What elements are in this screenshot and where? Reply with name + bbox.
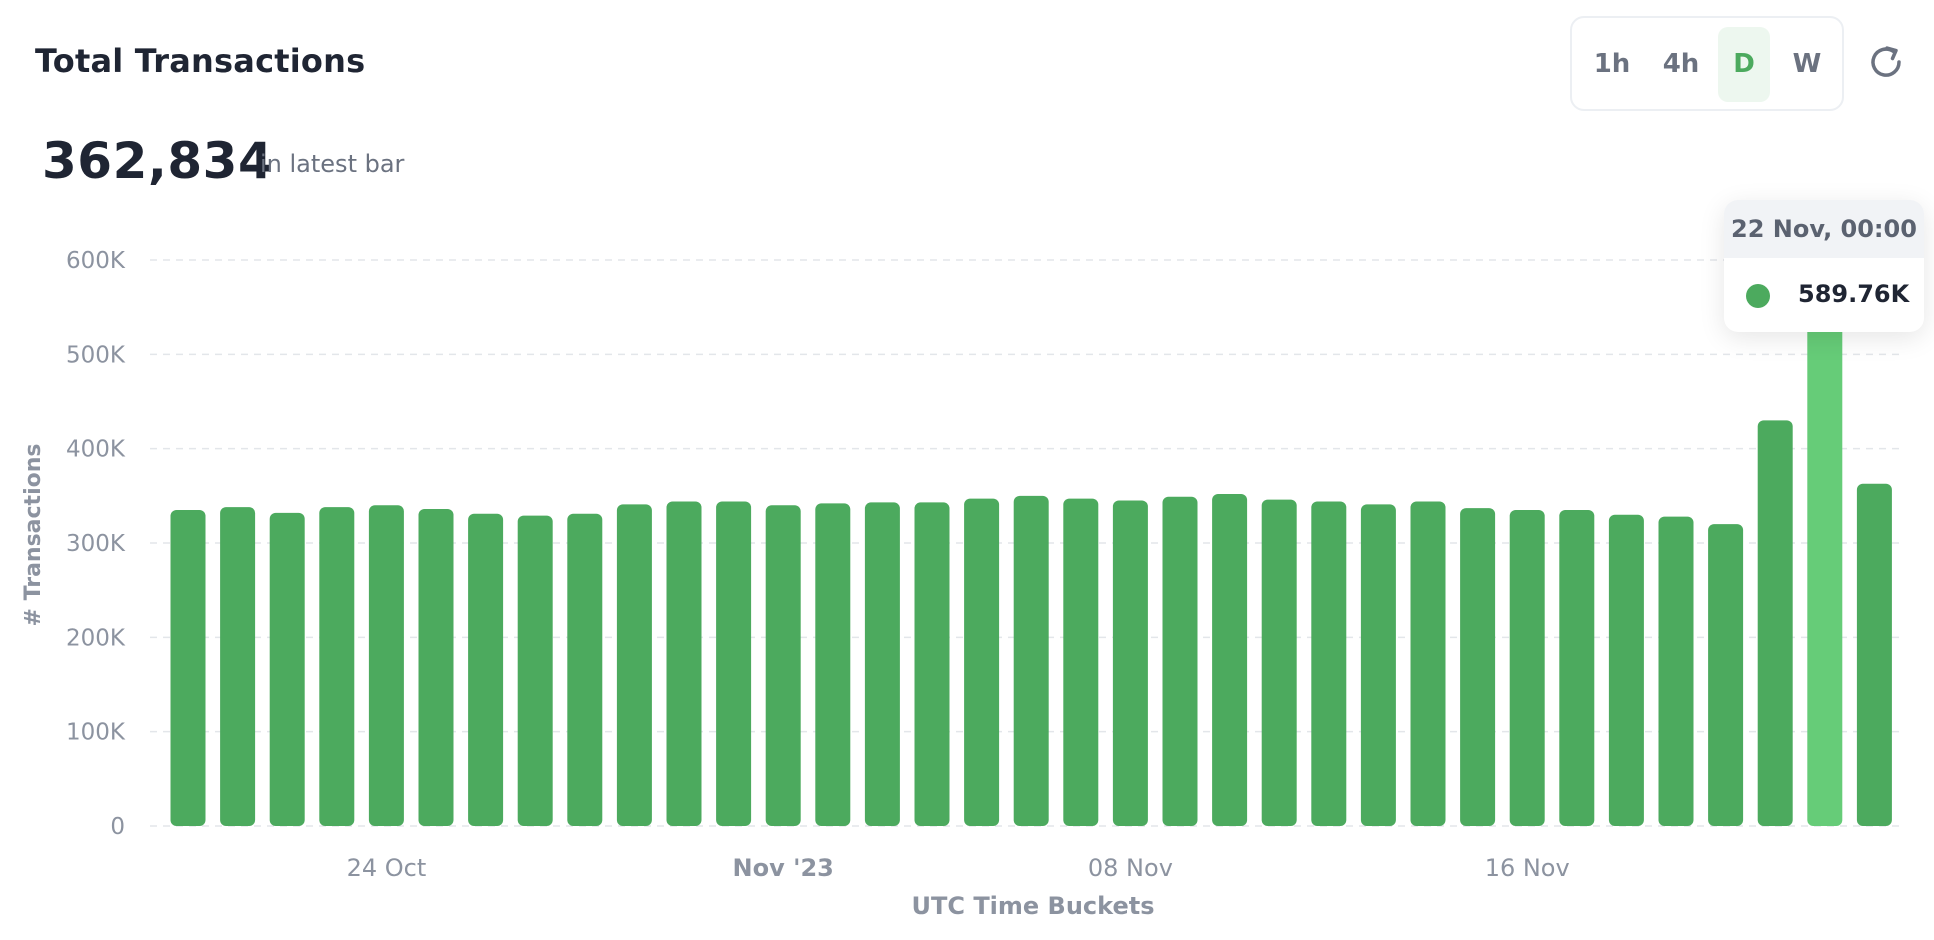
chart-tooltip: 22 Nov, 00:00 589.76K	[1724, 200, 1924, 332]
bar	[1311, 501, 1347, 826]
tooltip-date: 22 Nov, 00:00	[1724, 200, 1924, 258]
bar	[1708, 524, 1744, 826]
bar	[1658, 516, 1694, 826]
bar	[567, 513, 603, 826]
bar	[1559, 509, 1595, 826]
bar	[517, 515, 553, 826]
y-tick-label: 200K	[66, 625, 126, 651]
bar	[716, 501, 752, 826]
bar	[616, 504, 652, 826]
y-tick-label: 300K	[66, 531, 126, 557]
bar	[1757, 420, 1793, 826]
y-tick-label: 600K	[66, 248, 126, 274]
bar	[1410, 501, 1446, 826]
y-tick-label: 100K	[66, 720, 126, 746]
bar	[1608, 514, 1644, 826]
bar	[864, 502, 900, 826]
y-tick-label: 500K	[66, 342, 126, 368]
bar-chart: 0 100K 200K 300K 400K 500K 600K 24 Oct Nov '23 08…	[21, 248, 1905, 920]
bar	[1460, 508, 1496, 826]
x-axis-title: UTC Time Buckets	[911, 892, 1154, 920]
chart-card: Total Transactions 1h 4h D W 362,834 in …	[0, 0, 1934, 940]
bar	[964, 498, 1000, 826]
bar	[1856, 483, 1892, 826]
x-tick-label: Nov '23	[733, 854, 834, 882]
bar	[914, 502, 950, 826]
y-tick-label: 0	[110, 814, 125, 840]
bar	[1807, 269, 1843, 826]
y-axis-title: # Transactions	[21, 444, 46, 627]
bar	[468, 513, 504, 826]
bar	[1509, 509, 1545, 826]
y-tick-label: 400K	[66, 437, 126, 463]
x-tick-label: 16 Nov	[1485, 854, 1570, 882]
bar	[269, 512, 305, 826]
tooltip-series-dot	[1746, 284, 1770, 308]
bar	[368, 505, 404, 826]
bar	[418, 509, 454, 826]
bar	[1063, 498, 1099, 826]
bar	[666, 501, 702, 826]
bar	[1013, 495, 1049, 826]
bar	[1360, 504, 1396, 826]
bar	[815, 503, 851, 826]
x-tick-label: 08 Nov	[1088, 854, 1173, 882]
bar	[1261, 499, 1297, 826]
bar	[319, 507, 355, 826]
x-tick-label: 24 Oct	[347, 854, 427, 882]
tooltip-value: 589.76K	[1798, 280, 1910, 308]
bar	[1162, 496, 1198, 826]
bar	[765, 505, 801, 826]
bar	[1212, 493, 1248, 826]
bar	[170, 509, 206, 826]
bar	[1112, 500, 1148, 826]
bar	[220, 507, 256, 826]
